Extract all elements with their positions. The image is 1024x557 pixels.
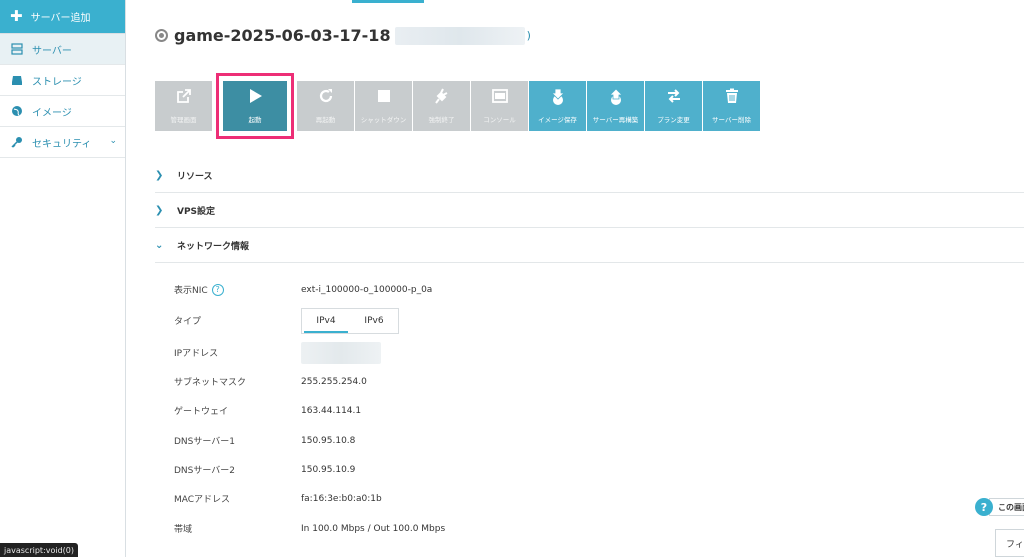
feedback-button[interactable]: フィ <box>995 529 1024 557</box>
reboot-button[interactable]: 再起動 <box>297 81 354 131</box>
server-status-icon <box>155 29 168 42</box>
section-vps-label: VPS設定 <box>177 206 216 217</box>
shutdown-button[interactable]: シャットダウン <box>355 81 412 131</box>
subnet-value: 255.255.254.0 <box>301 376 367 387</box>
tab-ipv4[interactable]: IPv4 <box>302 309 350 333</box>
top-tab-indicator <box>352 0 424 3</box>
change-plan-button[interactable]: プラン変更 <box>645 81 702 131</box>
trash-icon <box>724 88 740 108</box>
sidebar-item-security[interactable]: セキュリティ ⌄ <box>0 127 125 158</box>
section-network[interactable]: ⌄ ネットワーク情報 <box>155 228 1024 263</box>
sidebar-item-label: イメージ <box>32 107 72 119</box>
title-suffix: ) <box>526 29 531 42</box>
rebuild-server-button[interactable]: サーバー再構築 <box>587 81 644 131</box>
chevron-right-icon: ❯ <box>155 204 164 216</box>
shutdown-label: シャットダウン <box>360 116 407 124</box>
swap-icon <box>666 88 682 108</box>
play-icon <box>247 88 263 108</box>
section-resource[interactable]: ❯ リソース <box>155 158 1024 193</box>
row-subnet: サブネットマスク 255.255.254.0 <box>174 367 1014 396</box>
help-widget[interactable]: ? この画面 <box>975 497 1024 517</box>
sidebar-item-image[interactable]: イメージ <box>0 96 125 127</box>
chevron-down-icon[interactable]: ⌄ <box>109 136 117 146</box>
reboot-label: 再起動 <box>315 116 336 124</box>
dns2-value: 150.95.10.9 <box>301 464 356 475</box>
sidebar-item-label: セキュリティ <box>32 138 92 150</box>
plus-icon: ✚ <box>10 7 23 25</box>
page-title: game-2025-06-03-17-18 <box>174 26 391 45</box>
server-icon <box>10 42 24 56</box>
row-ip: IPアドレス <box>174 338 1014 367</box>
mac-value: fa:16:3e:b0:a0:1b <box>301 493 382 504</box>
chevron-down-icon: ⌄ <box>155 239 164 251</box>
row-nic: 表示NIC? ext-i_100000-o_100000-p_0a <box>174 275 1014 304</box>
stop-icon <box>376 88 392 108</box>
refresh-icon <box>318 88 334 108</box>
ip-label: IPアドレス <box>174 349 219 359</box>
dns1-value: 150.95.10.8 <box>301 435 356 446</box>
start-button-highlight: 起動 <box>216 73 294 139</box>
console-button[interactable]: コンソール <box>471 81 528 131</box>
delete-server-button[interactable]: サーバー削除 <box>703 81 760 131</box>
row-gateway: ゲートウェイ 163.44.114.1 <box>174 396 1014 425</box>
start-button[interactable]: 起動 <box>223 81 287 131</box>
gateway-value: 163.44.114.1 <box>301 405 362 416</box>
question-icon: ? <box>975 498 993 516</box>
force-stop-button[interactable]: 強制終了 <box>413 81 470 131</box>
row-mac: MACアドレス fa:16:3e:b0:a0:1b <box>174 484 1014 513</box>
rebuild-icon <box>607 88 625 108</box>
mac-label: MACアドレス <box>174 495 231 505</box>
external-link-icon <box>176 88 192 108</box>
key-icon <box>10 135 24 149</box>
sidebar-item-storage[interactable]: ストレージ <box>0 65 125 96</box>
subnet-label: サブネットマスク <box>174 378 247 388</box>
add-server-label: サーバー追加 <box>30 13 91 24</box>
title-redacted-area <box>394 26 525 45</box>
row-dns1: DNSサーバー1 150.95.10.8 <box>174 426 1014 455</box>
add-server-button[interactable]: ✚ サーバー追加 <box>0 0 125 34</box>
save-image-label: イメージ保存 <box>538 116 577 124</box>
bandwidth-value: In 100.0 Mbps / Out 100.0 Mbps <box>301 523 446 534</box>
save-image-button[interactable]: イメージ保存 <box>529 81 586 131</box>
row-bandwidth: 帯域 In 100.0 Mbps / Out 100.0 Mbps <box>174 514 1014 543</box>
rebuild-server-label: サーバー再構築 <box>592 116 639 124</box>
plug-icon <box>434 88 450 108</box>
section-vps[interactable]: ❯ VPS設定 <box>155 193 1024 228</box>
browser-status-bar: javascript:void(0) <box>0 543 79 557</box>
row-dns2: DNSサーバー2 150.95.10.9 <box>174 455 1014 484</box>
control-panel-button[interactable]: 管理画面 <box>155 81 212 131</box>
section-network-label: ネットワーク情報 <box>177 241 250 252</box>
nic-value: ext-i_100000-o_100000-p_0a <box>301 284 433 295</box>
dns2-label: DNSサーバー2 <box>174 466 236 476</box>
nic-label: 表示NIC <box>174 286 208 296</box>
server-action-toolbar: 管理画面 起動 再起動 シャットダウン 強制終了 コンソール イメージ保存 サー… <box>155 73 761 139</box>
section-resource-label: リソース <box>177 171 213 182</box>
control-panel-label: 管理画面 <box>170 116 197 124</box>
console-label: コンソール <box>483 116 516 124</box>
console-icon <box>491 88 508 108</box>
download-icon <box>549 88 567 108</box>
help-icon[interactable]: ? <box>211 283 224 296</box>
sidebar: ✚ サーバー追加 サーバー ストレージ イメージ セキュリティ ⌄ <box>0 0 126 557</box>
chevron-right-icon: ❯ <box>155 169 164 181</box>
tab-ipv6[interactable]: IPv6 <box>350 309 398 333</box>
ip-redacted-area <box>301 341 381 364</box>
delete-server-label: サーバー削除 <box>712 116 751 124</box>
sidebar-item-label: サーバー <box>32 45 72 57</box>
gateway-label: ゲートウェイ <box>174 407 229 417</box>
force-stop-label: 強制終了 <box>428 116 455 124</box>
bandwidth-label: 帯域 <box>174 525 193 535</box>
ip-version-tabs: IPv4 IPv6 <box>301 307 399 334</box>
help-widget-label: この画面 <box>989 498 1024 516</box>
page-title-row: game-2025-06-03-17-18 ) <box>155 26 531 45</box>
dns1-label: DNSサーバー1 <box>174 437 236 447</box>
storage-icon <box>10 73 24 87</box>
change-plan-label: プラン変更 <box>657 116 690 124</box>
sidebar-item-label: ストレージ <box>32 76 82 88</box>
globe-icon <box>10 104 24 118</box>
row-type: タイプ IPv4 IPv6 <box>174 306 1014 335</box>
type-label: タイプ <box>174 317 202 327</box>
sidebar-item-server[interactable]: サーバー <box>0 34 125 65</box>
start-label: 起動 <box>248 116 262 124</box>
